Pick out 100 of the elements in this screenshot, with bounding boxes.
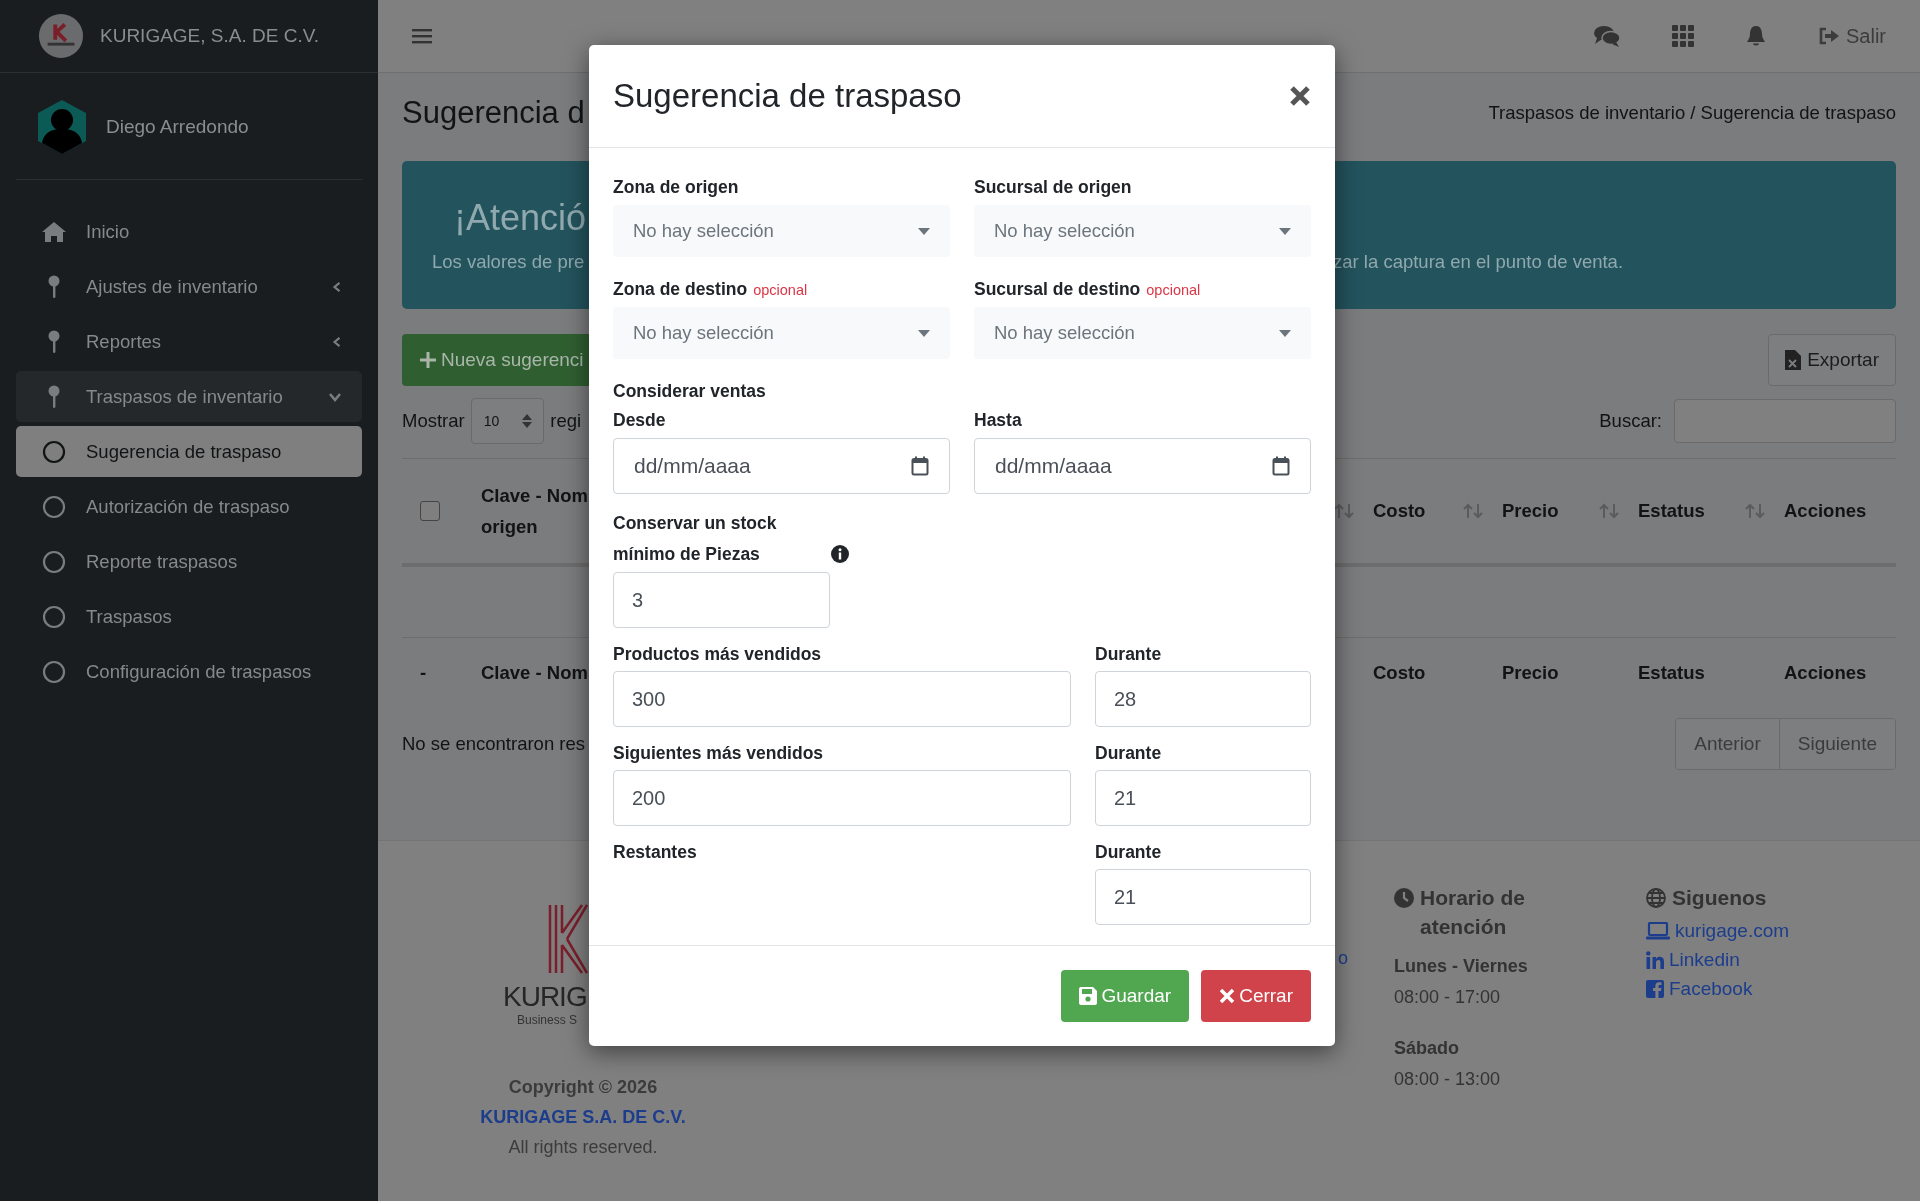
select-field[interactable]: No hay selección — [613, 307, 950, 359]
circle-icon[interactable] — [42, 659, 66, 684]
select-field[interactable]: No hay selección — [974, 205, 1311, 257]
alert-title: ¡Atenció — [454, 197, 587, 239]
days-label: Sábado — [1394, 1037, 1460, 1059]
input-field[interactable]: 21 — [1095, 770, 1311, 826]
field-label: Zona de destino — [613, 279, 748, 300]
save-icon — [1079, 987, 1098, 1005]
submenu-item[interactable]: Reporte traspasos — [16, 536, 362, 587]
sort-arrows-icon — [1744, 503, 1766, 519]
column-header[interactable]: Costo — [1373, 495, 1426, 527]
facebook-icon — [1646, 980, 1664, 999]
menu-item[interactable]: Traspasos de inventario — [16, 371, 362, 422]
page-length-select[interactable]: 10 — [470, 398, 545, 444]
social-title: Siguenos — [1672, 885, 1767, 911]
circle-icon[interactable] — [42, 549, 66, 574]
chevron-left-icon[interactable] — [332, 334, 342, 349]
circle-icon[interactable] — [42, 439, 66, 464]
menu-item[interactable]: Ajustes de inventario — [16, 261, 362, 312]
apps-grid-icon[interactable] — [1672, 25, 1694, 47]
date-field[interactable]: dd/mm/aaaa — [974, 438, 1311, 494]
select-field[interactable]: No hay selección — [613, 205, 950, 257]
chat-icon[interactable] — [1594, 25, 1620, 47]
caret-down-icon — [918, 227, 930, 235]
caret-down-icon — [1279, 227, 1291, 235]
menu-item[interactable]: Reportes — [16, 316, 362, 367]
footer-link[interactable]: o — [1338, 948, 1350, 1201]
column-footer: Estatus — [1638, 662, 1705, 684]
calendar-icon[interactable] — [1272, 456, 1290, 476]
clock-icon — [1394, 888, 1414, 908]
plus-icon — [420, 352, 436, 368]
submenu-item[interactable]: Traspasos — [16, 591, 362, 642]
logout-button[interactable]: Salir — [1818, 24, 1886, 48]
logo-subtitle: Business S — [517, 1013, 578, 1027]
company-link[interactable]: KURIGAGE S.A. DE C.V. — [480, 1107, 686, 1128]
field-label: Durante — [1095, 644, 1163, 665]
column-header[interactable]: Clave - Nom origen — [481, 479, 588, 543]
submenu-item[interactable]: Autorización de traspaso — [16, 481, 362, 532]
field-label: Hasta — [974, 410, 1023, 431]
export-button[interactable]: Exportar — [1768, 334, 1896, 386]
field-label: Siguientes más vendidos — [613, 743, 825, 764]
column-footer: Costo — [1373, 662, 1426, 684]
column-header[interactable]: Precio — [1502, 495, 1559, 527]
hours-time: 08:00 - 13:00 — [1394, 1068, 1502, 1090]
input-field[interactable]: 3 — [613, 572, 830, 628]
rights-text: All rights reserved. — [508, 1137, 658, 1158]
field-label: Durante — [1095, 743, 1163, 764]
input-field[interactable]: 28 — [1095, 671, 1311, 727]
home-icon[interactable] — [42, 220, 66, 243]
pin-icon[interactable] — [48, 329, 60, 354]
menu-icon[interactable] — [412, 28, 432, 44]
column-header[interactable]: Estatus — [1638, 495, 1705, 527]
social-link[interactable]: Facebook — [1669, 978, 1753, 1001]
empty-message: No se encontraron res — [402, 733, 586, 755]
page-title: Sugerencia d — [402, 95, 585, 131]
column-footer: Clave - Nom — [481, 662, 588, 684]
social-link[interactable]: kurigage.com — [1675, 920, 1790, 943]
caret-down-icon — [918, 329, 930, 337]
pin-icon[interactable] — [48, 274, 60, 299]
circle-icon[interactable] — [42, 604, 66, 629]
pager-button[interactable]: Siguiente — [1778, 719, 1895, 769]
social-link[interactable]: Linkedin — [1669, 949, 1740, 972]
field-label: Productos más vendidos — [613, 644, 823, 665]
modal-title: Sugerencia de traspaso — [613, 77, 962, 115]
days-label: Lunes - Viernes — [1394, 955, 1529, 977]
input-field[interactable]: 21 — [1095, 869, 1311, 925]
select-field[interactable]: No hay selección — [974, 307, 1311, 359]
logo-text: KURIG — [503, 981, 587, 1013]
optional-note: opcional — [1146, 282, 1201, 298]
breadcrumb: Traspasos de inventario / Sugerencia de traspaso — [1488, 102, 1896, 124]
select-all-checkbox[interactable] — [420, 501, 440, 521]
calendar-icon[interactable] — [911, 456, 929, 476]
field-label: Conservar un stock mínimo de Piezas — [613, 512, 778, 566]
sign-out-icon — [1818, 26, 1840, 46]
sort-arrows-icon — [1462, 503, 1484, 519]
circle-icon[interactable] — [42, 494, 66, 519]
section-label: Considerar ventas — [613, 381, 767, 402]
updown-caret-icon — [521, 413, 534, 429]
submenu-item[interactable]: Sugerencia de traspaso — [16, 426, 362, 477]
pin-icon[interactable] — [48, 384, 60, 409]
chevron-left-icon[interactable] — [332, 279, 342, 294]
alert-text: zar la captura en el punto de venta. — [1333, 251, 1625, 273]
hours-title: Horario de atención — [1420, 885, 1527, 941]
column-footer: - — [420, 662, 427, 684]
input-field[interactable]: 200 — [613, 770, 1071, 826]
close-button[interactable] — [1289, 85, 1311, 107]
close-icon — [1289, 85, 1311, 107]
info-icon — [831, 545, 849, 563]
close-icon — [1219, 988, 1236, 1004]
submenu-item[interactable]: Configuración de traspasos — [16, 646, 362, 697]
excel-file-icon — [1785, 350, 1802, 370]
close-button[interactable]: Cerrar — [1201, 970, 1311, 1022]
input-field[interactable]: 300 — [613, 671, 1071, 727]
optional-note: opcional — [753, 282, 808, 298]
save-button[interactable]: Guardar — [1061, 970, 1190, 1022]
menu-item[interactable]: Inicio — [16, 206, 362, 257]
column-header[interactable]: Acciones — [1784, 495, 1867, 527]
user-avatar-icon — [36, 99, 88, 155]
date-field[interactable]: dd/mm/aaaa — [613, 438, 950, 494]
bell-icon[interactable] — [1746, 25, 1766, 47]
